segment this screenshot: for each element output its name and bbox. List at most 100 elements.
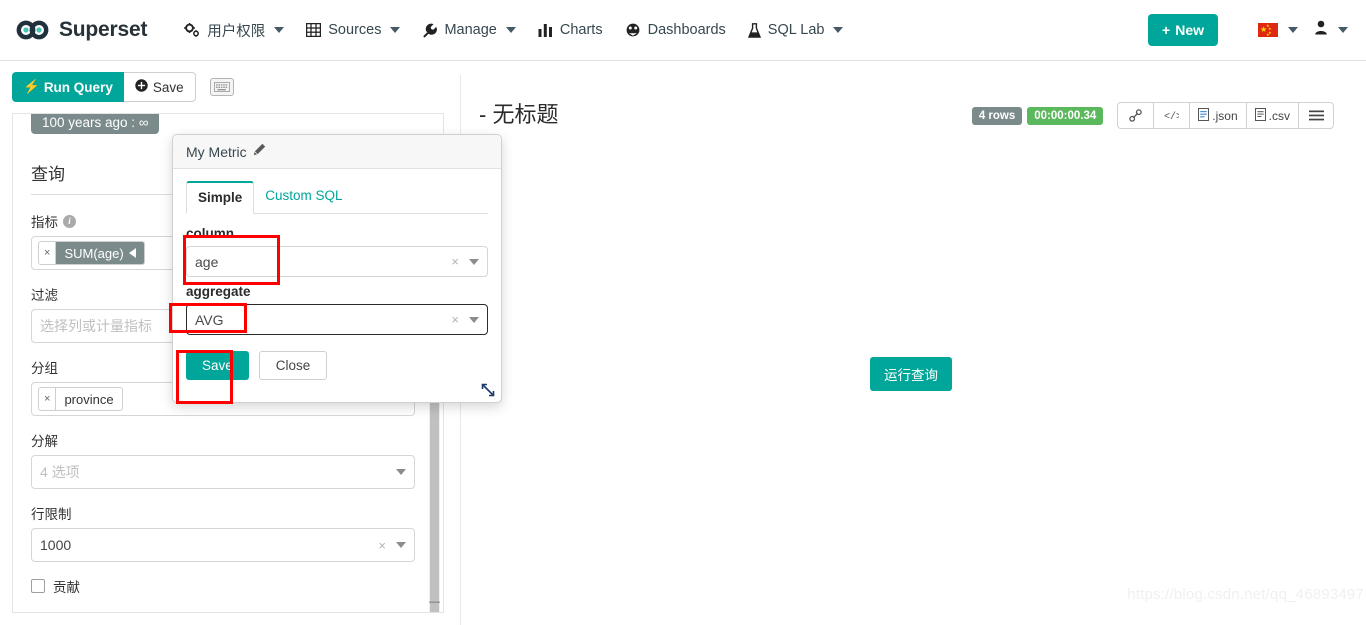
remove-groupby-icon[interactable]: × <box>39 388 57 410</box>
tab-simple[interactable]: Simple <box>186 181 255 214</box>
chevron-down-icon[interactable] <box>396 469 406 475</box>
row-limit-actions: × <box>378 529 406 561</box>
language-selector[interactable]: ★ ★ ★ ★ ★ <box>1258 23 1298 37</box>
filters-placeholder: 选择列或计量指标 <box>40 318 152 334</box>
clear-icon[interactable]: × <box>451 312 459 327</box>
nav-item-sql-lab[interactable]: SQL Lab <box>737 0 855 60</box>
chevron-down-icon <box>390 27 401 33</box>
breakdown-label: 分解 <box>31 434 58 449</box>
resize-handle-icon[interactable] <box>481 383 495 397</box>
breakdown-input[interactable]: 4 选项 <box>31 455 415 489</box>
plus-circle-icon <box>135 79 148 95</box>
save-button[interactable]: Save <box>123 72 196 102</box>
clear-icon[interactable]: × <box>378 538 386 553</box>
plus-icon: + <box>1162 22 1171 38</box>
center-run-query-button[interactable]: 运行查询 <box>870 357 952 391</box>
breakdown-placeholder: 4 选项 <box>40 464 80 480</box>
chevron-down-icon <box>274 27 285 33</box>
aggregate-select-actions: × <box>451 305 479 334</box>
chart-panel: - 无标题 4 rows 00:00:00.34 </> <box>460 75 1366 625</box>
user-menu[interactable] <box>1314 20 1348 40</box>
clear-icon[interactable]: × <box>451 254 459 269</box>
run-query-button[interactable]: ⚡ Run Query <box>12 72 124 102</box>
bar-chart-icon <box>538 23 553 37</box>
chevron-down-icon[interactable] <box>469 258 479 265</box>
nav-label: SQL Lab <box>767 22 825 38</box>
chevron-down-icon[interactable] <box>396 542 406 548</box>
json-label: .json <box>1212 108 1238 123</box>
breakdown-control: 分解 4 选项 <box>31 430 415 489</box>
pencil-icon[interactable] <box>253 143 266 161</box>
column-value: age <box>195 253 219 270</box>
aggregate-label: aggregate <box>186 284 251 299</box>
remove-metric-icon[interactable]: × <box>39 242 57 264</box>
nav-item-manage[interactable]: Manage <box>411 0 526 60</box>
popover-close-button[interactable]: Close <box>258 351 328 380</box>
control-panel-scrollbar[interactable] <box>429 389 440 612</box>
infinity-logo-icon <box>16 20 50 40</box>
contribution-checkbox[interactable] <box>31 579 45 593</box>
triangle-left-icon <box>128 248 136 258</box>
csv-export-button[interactable]: .csv <box>1245 102 1298 129</box>
link-icon[interactable] <box>1117 102 1154 129</box>
info-icon[interactable]: i <box>63 214 76 228</box>
nav-label: Dashboards <box>647 22 726 38</box>
popover-save-button[interactable]: Save <box>186 351 249 380</box>
groupby-tag-province[interactable]: × province <box>38 387 123 411</box>
china-flag-icon: ★ ★ ★ ★ ★ <box>1258 23 1278 37</box>
metric-tag-sum-age[interactable]: × SUM(age) <box>38 241 145 265</box>
chart-title[interactable]: - 无标题 <box>479 97 558 129</box>
row-limit-value: 1000 <box>40 537 72 553</box>
chevron-down-icon <box>1338 27 1348 33</box>
nav-item-user-permissions[interactable]: 用户权限 <box>173 0 295 60</box>
row-limit-input[interactable]: 1000 × <box>31 528 415 562</box>
column-select[interactable]: age × <box>186 246 488 277</box>
nav-item-charts[interactable]: Charts <box>527 0 614 60</box>
csv-file-icon <box>1254 107 1266 124</box>
chevron-down-icon <box>833 27 844 33</box>
rows-badge: 4 rows <box>971 106 1023 125</box>
contribution-control: 贡献 <box>31 576 415 596</box>
query-time-badge: 00:00:00.34 <box>1027 106 1104 125</box>
svg-text:</>: </> <box>1164 111 1179 121</box>
row-limit-label: 行限制 <box>31 507 72 522</box>
popover-footer: Save Close <box>186 351 488 380</box>
chart-actions-toolbar: 4 rows 00:00:00.34 </> <box>971 102 1334 129</box>
aggregate-select[interactable]: AVG × <box>186 304 488 335</box>
nav-label: Sources <box>328 22 382 38</box>
popover-title: My Metric <box>186 143 247 160</box>
column-field-group: column age × <box>186 226 488 277</box>
new-button[interactable]: + New <box>1148 14 1218 46</box>
json-file-icon <box>1198 107 1210 124</box>
row-limit-control: 行限制 1000 × <box>31 503 415 562</box>
breakdown-actions <box>396 456 406 488</box>
nav-item-dashboards[interactable]: Dashboards <box>614 0 737 60</box>
json-export-button[interactable]: .json <box>1189 102 1246 129</box>
chevron-down-icon[interactable] <box>469 316 479 323</box>
run-query-label: Run Query <box>43 79 113 95</box>
gears-icon <box>184 22 200 38</box>
user-icon <box>1314 20 1328 40</box>
watermark-text: https://blog.csdn.net/qq_46893497 <box>1127 586 1364 603</box>
nav-label: Charts <box>559 22 603 38</box>
bolt-icon: ⚡ <box>23 79 40 94</box>
brand-link[interactable]: Superset <box>16 18 147 42</box>
export-button-group: </> .json <box>1117 102 1334 129</box>
collapse-icon[interactable]: — <box>429 596 440 608</box>
code-icon[interactable]: </> <box>1153 102 1190 129</box>
popover-header: My Metric <box>173 135 501 169</box>
time-range-value-button[interactable]: 100 years ago : ∞ <box>31 114 160 134</box>
keyboard-icon[interactable] <box>209 78 234 96</box>
contribution-label: 贡献 <box>53 580 80 595</box>
scrollbar-thumb[interactable] <box>430 389 439 612</box>
nav-label: 用户权限 <box>207 23 266 40</box>
column-select-actions: × <box>451 247 479 276</box>
groupby-tag-label: province <box>64 391 114 407</box>
metric-tag-label: SUM(age) <box>56 242 144 264</box>
csv-label: .csv <box>1268 108 1290 123</box>
hamburger-menu-icon[interactable] <box>1298 102 1334 129</box>
nav-item-sources[interactable]: Sources <box>295 0 411 60</box>
aggregate-field-group: aggregate AVG × <box>186 284 488 335</box>
tab-custom-sql[interactable]: Custom SQL <box>254 181 353 214</box>
chevron-down-icon <box>1288 27 1298 33</box>
